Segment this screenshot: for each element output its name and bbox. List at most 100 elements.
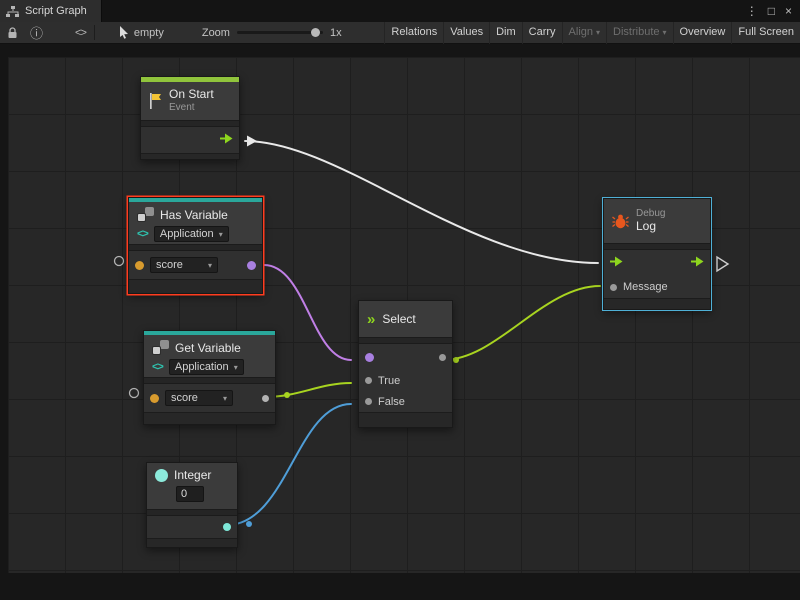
result-output-port[interactable] <box>247 261 256 270</box>
value-output-port[interactable] <box>262 395 269 402</box>
hasvar-unconnected-port[interactable] <box>115 257 124 266</box>
bug-icon <box>612 214 629 229</box>
zoom-value: 1x <box>330 27 342 39</box>
node-footer <box>359 412 452 427</box>
wire-getvar-to-select-true <box>266 383 351 397</box>
variable-icon <box>137 207 154 222</box>
flow-arrow-icon <box>691 256 704 267</box>
node-divider <box>147 509 237 516</box>
chevron-down-icon: ▾ <box>234 363 238 372</box>
scope-dropdown[interactable]: Application ▾ <box>169 359 244 375</box>
distribute-button[interactable]: Distribute▾ <box>606 22 672 44</box>
graph-canvas[interactable]: On Start Event Has Variable <> Applicati… <box>0 44 800 600</box>
node-title: Integer <box>174 468 211 482</box>
scope-dropdown[interactable]: Application ▾ <box>154 226 229 242</box>
true-input-port[interactable] <box>365 377 372 384</box>
variable-name-dropdown[interactable]: score ▾ <box>150 257 218 273</box>
node-footer <box>141 153 239 159</box>
relations-button[interactable]: Relations <box>384 22 443 44</box>
false-port-label: False <box>378 396 405 408</box>
node-select[interactable]: » Select True False <box>358 300 453 428</box>
node-has-variable[interactable]: Has Variable <> Application ▾ score ▾ <box>128 197 263 294</box>
overview-button[interactable]: Overview <box>673 22 732 44</box>
node-divider <box>144 377 275 384</box>
wire-hasvar-to-select <box>264 265 351 360</box>
integer-icon <box>155 469 168 482</box>
selection-status: empty <box>134 27 164 39</box>
values-button[interactable]: Values <box>443 22 489 44</box>
message-port-label: Message <box>623 281 668 293</box>
toolbar-separator <box>94 25 95 40</box>
zoom-slider[interactable] <box>237 31 323 34</box>
zoom-slider-handle[interactable] <box>311 28 320 37</box>
code-toggle-icon[interactable]: <> <box>75 27 86 39</box>
graph-icon <box>6 6 19 17</box>
cursor-icon <box>119 26 129 39</box>
align-button[interactable]: Align▾ <box>562 22 606 44</box>
carry-button[interactable]: Carry <box>522 22 562 44</box>
variable-icon <box>152 340 169 355</box>
canvas-edge-top <box>0 44 800 57</box>
message-input-port[interactable] <box>610 284 617 291</box>
node-title: Get Variable <box>175 341 241 355</box>
chevron-down-icon: ▾ <box>208 261 212 270</box>
node-subtitle: Event <box>169 102 214 114</box>
selection-output-port[interactable] <box>439 354 446 361</box>
lock-icon[interactable] <box>7 27 18 39</box>
node-divider <box>359 337 452 344</box>
close-icon[interactable]: × <box>785 4 792 18</box>
exit-flow-port[interactable] <box>691 256 704 270</box>
window-titlebar: Script Graph ⋮ □ × <box>0 0 800 22</box>
dim-button[interactable]: Dim <box>489 22 522 44</box>
full-screen-button[interactable]: Full Screen <box>731 22 800 44</box>
node-footer <box>144 412 275 424</box>
variable-name-value: score <box>171 392 198 404</box>
chevron-down-icon: ▾ <box>219 230 223 239</box>
chevron-down-icon: ▾ <box>663 22 667 43</box>
wire-cap <box>246 521 252 527</box>
enter-flow-port[interactable] <box>610 256 623 270</box>
chevron-down-icon: ▾ <box>596 22 600 43</box>
wire-select-to-log-message <box>443 286 600 360</box>
false-input-port[interactable] <box>365 398 372 405</box>
variable-kind-icon: <> <box>152 361 163 373</box>
maximize-icon[interactable]: □ <box>768 4 775 18</box>
window-title: Script Graph <box>25 5 87 17</box>
condition-input-port[interactable] <box>365 353 374 362</box>
node-title: Has Variable <box>160 208 228 222</box>
wire-on-start-to-log <box>245 141 598 263</box>
chevron-down-icon: ▾ <box>223 394 227 403</box>
canvas-edge-left <box>0 44 8 600</box>
integer-output-port[interactable] <box>223 523 231 531</box>
getvar-unconnected-port[interactable] <box>130 389 139 398</box>
flow-arrow-icon <box>610 256 623 267</box>
variable-kind-icon: <> <box>137 228 148 240</box>
graph-toolbar: ⓘ <> empty Zoom 1x Relations Values Dim … <box>0 22 800 44</box>
select-icon: » <box>367 312 375 327</box>
variable-name-input-port[interactable] <box>150 394 159 403</box>
node-footer <box>604 298 710 309</box>
zoom-label: Zoom <box>202 27 230 39</box>
wire-cap <box>284 392 290 398</box>
node-title: Log <box>636 220 665 234</box>
node-title: On Start <box>169 88 214 102</box>
flow-arrow-icon <box>220 133 233 144</box>
log-exit-unconnected-arrow[interactable] <box>717 257 728 271</box>
node-divider <box>604 243 710 250</box>
window-menu-icon[interactable]: ⋮ <box>746 4 758 18</box>
node-footer <box>129 279 262 293</box>
node-get-variable[interactable]: Get Variable <> Application ▾ score ▾ <box>143 330 276 425</box>
variable-name-input-port[interactable] <box>135 261 144 270</box>
tab-script-graph[interactable]: Script Graph <box>0 0 102 22</box>
info-icon[interactable]: ⓘ <box>30 23 43 42</box>
scope-value: Application <box>160 228 214 240</box>
wire-cap <box>453 357 459 363</box>
variable-name-value: score <box>156 259 183 271</box>
node-debug-log[interactable]: Debug Log Message <box>603 198 711 310</box>
node-on-start[interactable]: On Start Event <box>140 76 240 160</box>
exit-flow-port[interactable] <box>220 133 233 147</box>
integer-value-input[interactable]: 0 <box>176 486 204 502</box>
node-footer <box>147 538 237 547</box>
variable-name-dropdown[interactable]: score ▾ <box>165 390 233 406</box>
node-integer[interactable]: Integer 0 <box>146 462 238 548</box>
